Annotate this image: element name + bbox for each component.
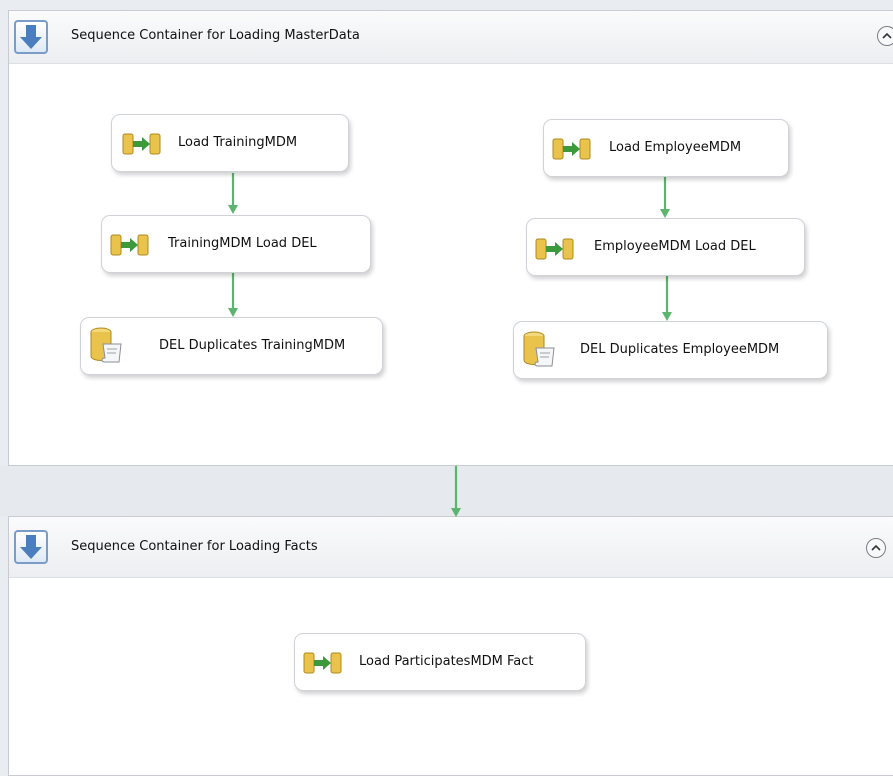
data-flow-task-icon <box>122 133 161 155</box>
precedence-arrow[interactable] <box>451 466 461 517</box>
task-load-employeemdm[interactable]: Load EmployeeMDM <box>543 119 789 177</box>
task-label: Load TrainingMDM <box>178 135 298 150</box>
task-del-duplicates-employeemdm[interactable]: DEL Duplicates EmployeeMDM <box>513 321 828 379</box>
precedence-arrow[interactable] <box>228 173 238 214</box>
data-flow-task-icon <box>535 238 574 260</box>
precedence-arrow[interactable] <box>228 272 238 317</box>
task-trainingmdm-load-del[interactable]: TrainingMDM Load DEL <box>101 215 371 273</box>
precedence-arrow[interactable] <box>660 177 670 218</box>
task-employeemdm-load-del[interactable]: EmployeeMDM Load DEL <box>526 218 805 276</box>
execute-sql-task-icon <box>523 331 555 367</box>
task-load-trainingmdm[interactable]: Load TrainingMDM <box>111 114 349 172</box>
data-flow-task-icon <box>552 138 591 160</box>
task-label: DEL Duplicates TrainingMDM <box>159 338 346 353</box>
task-label: DEL Duplicates EmployeeMDM <box>580 342 780 357</box>
task-label: TrainingMDM Load DEL <box>168 236 317 251</box>
data-flow-task-icon <box>303 652 342 674</box>
task-del-duplicates-trainingmdm[interactable]: DEL Duplicates TrainingMDM <box>80 317 383 375</box>
task-label: Load ParticipatesMDM Fact <box>359 654 534 669</box>
data-flow-task-icon <box>110 234 149 256</box>
precedence-arrow[interactable] <box>662 276 672 321</box>
execute-sql-task-icon <box>90 327 122 363</box>
task-load-participatesmdm-fact[interactable]: Load ParticipatesMDM Fact <box>294 633 586 691</box>
task-label: Load EmployeeMDM <box>609 140 742 155</box>
task-label: EmployeeMDM Load DEL <box>594 239 756 254</box>
